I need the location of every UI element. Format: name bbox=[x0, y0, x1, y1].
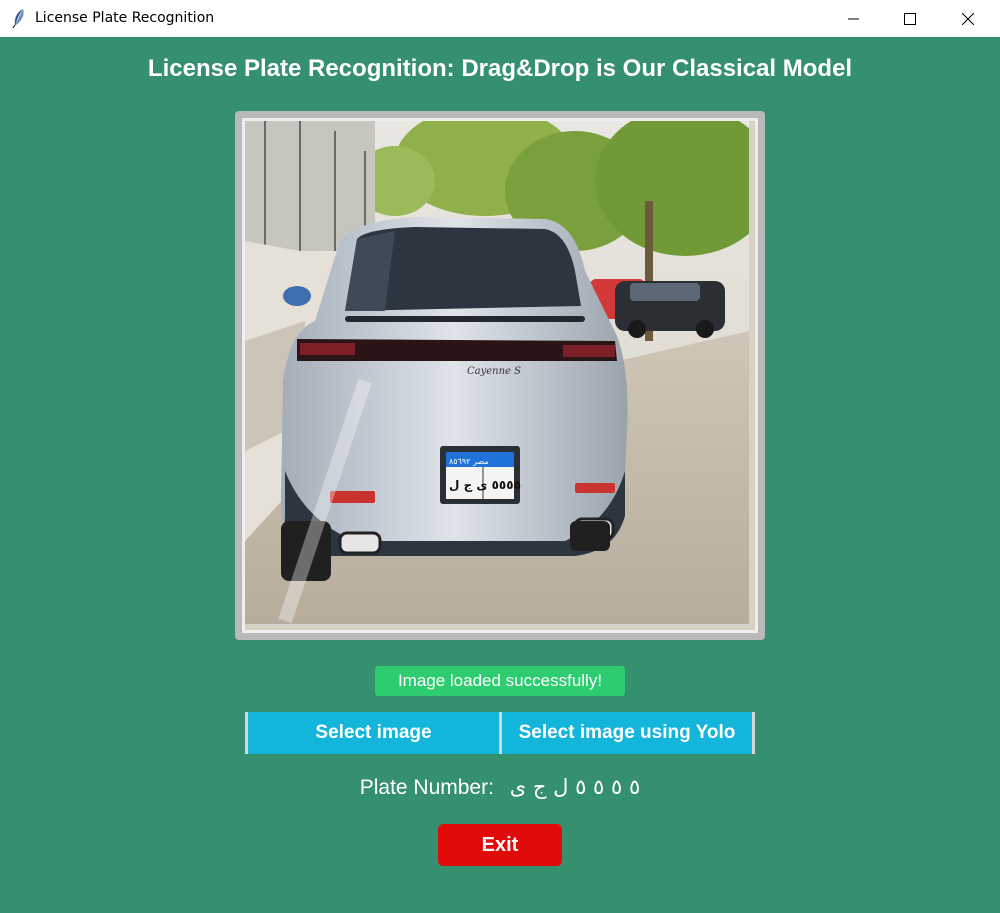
feather-icon bbox=[12, 9, 24, 28]
exit-button[interactable]: Exit bbox=[438, 824, 562, 866]
app-window: License Plate Recognition License Plate … bbox=[0, 0, 1000, 913]
plate-number-row: Plate Number: ٥ ٥ ٥ ٥ ل ج ى bbox=[0, 775, 1000, 800]
select-image-yolo-button[interactable]: Select image using Yolo bbox=[499, 712, 755, 754]
close-button[interactable] bbox=[945, 0, 991, 37]
image-drop-zone[interactable]: Cayenne S مصر ٨٥٦٩٢ ٥٥٥٥ ى ج ل bbox=[235, 111, 765, 640]
select-image-button[interactable]: Select image bbox=[245, 712, 499, 754]
window-title: License Plate Recognition bbox=[35, 10, 215, 26]
plate-top-text: مصر ٨٥٦٩٢ bbox=[449, 457, 489, 466]
image-preview: Cayenne S مصر ٨٥٦٩٢ ٥٥٥٥ ى ج ل bbox=[242, 118, 758, 633]
plate-number-value: ٥ ٥ ٥ ٥ ل ج ى bbox=[509, 775, 641, 799]
close-icon bbox=[962, 12, 974, 25]
page-title: License Plate Recognition: Drag&Drop is … bbox=[147, 55, 853, 82]
minimize-icon bbox=[848, 18, 859, 19]
minimize-button[interactable] bbox=[831, 0, 877, 37]
maximize-button[interactable] bbox=[887, 0, 933, 37]
title-bar[interactable]: License Plate Recognition bbox=[0, 0, 1000, 37]
car-photo: Cayenne S مصر ٨٥٦٩٢ ٥٥٥٥ ى ج ل bbox=[245, 121, 755, 624]
status-badge: Image loaded successfully! bbox=[375, 666, 625, 696]
svg-text:Cayenne S: Cayenne S bbox=[467, 366, 521, 377]
plate-number-label: Plate Number: bbox=[359, 776, 494, 799]
main-panel: License Plate Recognition: Drag&Drop is … bbox=[0, 37, 1000, 913]
maximize-icon bbox=[904, 12, 916, 25]
plate-bottom-text: ٥٥٥٥ ى ج ل bbox=[449, 478, 521, 492]
